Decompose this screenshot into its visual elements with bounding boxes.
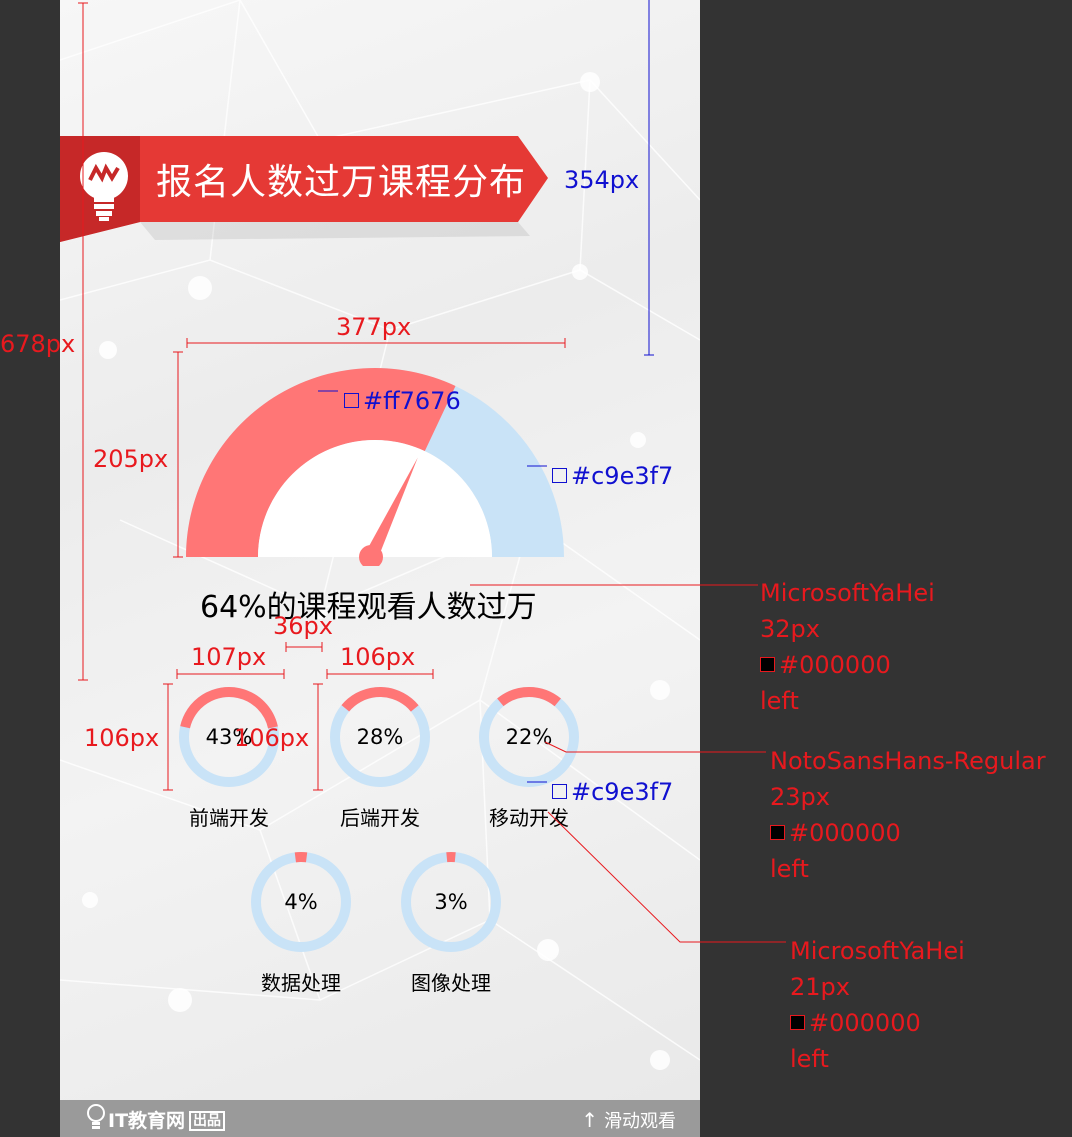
annotation-font-percent: NotoSansHans-Regular 23px #000000 left [770,743,1046,887]
ring-percent: 22% [505,725,553,749]
lightbulb-logo-icon [86,1104,106,1136]
text-align: left [790,1045,829,1073]
ring-percent: 43% [205,725,253,749]
color-swatch [760,657,775,672]
ring-percent: 4% [284,890,318,914]
ring-label: 后端开发 [340,806,420,830]
phone-screen: 报名人数过万课程分布 64%的课程观看人数过万 43% 前端开发 28% 后端开发 22… [60,0,700,1137]
arrow-up-icon: ↑ [581,1108,598,1132]
font-family: MicrosoftYaHei [760,579,935,607]
color-swatch [770,825,785,840]
annotation-font-label: MicrosoftYaHei 21px #000000 left [790,933,965,1077]
font-color-text: #000000 [779,651,891,679]
font-family: MicrosoftYaHei [790,937,965,965]
lightbulb-icon [74,150,134,226]
font-size: 21px [790,973,850,1001]
gauge-caption: 64%的课程观看人数过万 [200,590,537,625]
font-color-text: #000000 [789,819,901,847]
font-color: #000000 [790,1005,965,1041]
footer-badge: 出品 [189,1111,226,1131]
font-size: 23px [770,783,830,811]
scroll-hint-label: 滑动观看 [604,1111,676,1132]
scroll-hint[interactable]: ↑ 滑动观看 [581,1107,676,1133]
ring-label: 移动开发 [489,806,569,830]
half-gauge-chart [186,367,564,566]
title-banner: 报名人数过万课程分布 [60,136,550,242]
ring-label: 数据处理 [261,971,341,995]
color-swatch [790,1015,805,1030]
ring-percent: 28% [356,725,404,749]
donut-ring: 4% [248,849,354,955]
ring-label: 图像处理 [411,971,491,995]
banner-title: 报名人数过万课程分布 [156,162,527,203]
footer-brand: IT教育网 出品 [108,1106,226,1133]
text-align: left [760,687,799,715]
ring-percent: 3% [434,890,468,914]
font-color: #000000 [760,647,935,683]
font-size: 32px [760,615,820,643]
font-color: #000000 [770,815,1046,851]
donut-ring: 3% [398,849,504,955]
footer-bar: IT教育网 出品 ↑ 滑动观看 [60,1100,700,1137]
footer-brand-name: IT教育网 [108,1110,186,1132]
text-align: left [770,855,809,883]
donut-ring: 43% [176,684,282,790]
font-color-text: #000000 [809,1009,921,1037]
donut-ring: 28% [327,684,433,790]
ring-label: 前端开发 [189,806,269,830]
annotation-font-caption: MicrosoftYaHei 32px #000000 left [760,575,935,719]
donut-ring: 22% [476,684,582,790]
font-family: NotoSansHans-Regular [770,747,1046,775]
